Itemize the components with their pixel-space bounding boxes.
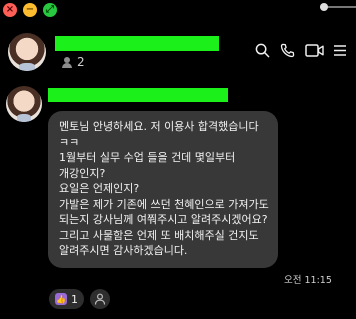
header-actions bbox=[255, 43, 346, 58]
sender-name-redacted bbox=[48, 88, 228, 102]
search-button[interactable] bbox=[255, 43, 270, 58]
video-call-button[interactable] bbox=[305, 43, 324, 58]
message-bubble[interactable]: 멘토님 안녕하세요. 저 이용사 합격했습니다 ㅋㅋ 1월부터 실무 수업 들을… bbox=[48, 111, 278, 268]
reaction-thumbs-up[interactable]: 👍 1 bbox=[49, 289, 84, 309]
window-slider[interactable] bbox=[320, 3, 356, 11]
window-close-button[interactable]: × bbox=[3, 3, 17, 17]
search-icon bbox=[255, 43, 270, 58]
sender-avatar[interactable] bbox=[6, 86, 42, 122]
zoom-icon: ⤢ bbox=[46, 4, 54, 15]
window-zoom-button[interactable]: ⤢ bbox=[43, 3, 57, 17]
more-icon bbox=[334, 45, 346, 56]
person-icon bbox=[94, 293, 106, 305]
window-controls: × − ⤢ bbox=[3, 3, 57, 17]
reaction-count: 1 bbox=[71, 292, 78, 306]
chat-title-redacted bbox=[55, 36, 219, 51]
thumbs-up-icon: 👍 bbox=[55, 293, 67, 305]
message-timestamp: 오전 11:15 bbox=[284, 275, 332, 286]
call-button[interactable] bbox=[280, 43, 295, 58]
video-icon bbox=[305, 44, 324, 57]
chat-avatar[interactable] bbox=[8, 33, 46, 71]
close-icon: × bbox=[5, 4, 15, 15]
more-button[interactable] bbox=[334, 43, 346, 58]
member-count-label: 2 bbox=[77, 55, 85, 69]
minimize-icon: − bbox=[25, 4, 35, 15]
member-count[interactable]: 2 bbox=[62, 55, 85, 69]
window-minimize-button[interactable]: − bbox=[23, 3, 37, 17]
add-reaction-button[interactable] bbox=[90, 289, 110, 309]
phone-icon bbox=[280, 43, 295, 58]
person-icon bbox=[62, 56, 72, 68]
message-reactions: 👍 1 bbox=[49, 289, 110, 309]
